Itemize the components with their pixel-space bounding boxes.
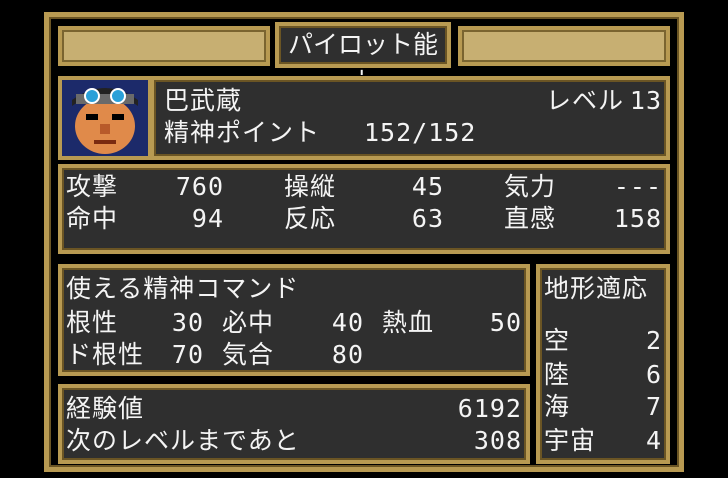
spirit-cmd-2-name: 必中 [222,308,275,337]
spirit-cmd-3-cost: 50 [489,308,522,337]
exp-label: 経験値 [66,394,145,423]
intuition-value: 158 [613,204,662,233]
terrain-land-label: 陸 [544,360,571,389]
intuition-label: 直感 [504,204,557,233]
sp-label: 精神ポイント [164,118,321,147]
title-bar-left [58,26,270,66]
attack-value: 760 [175,172,224,201]
exp-value: 6192 [457,394,522,423]
spirit-cmd-3-name: 熱血 [382,308,435,337]
terrain-space-value: 4 [645,426,662,455]
spirit-cmd-4-name: ド根性 [66,340,145,369]
pilot-portrait [58,76,152,160]
spirit-cmd-5-name: 気合 [222,340,275,369]
level-label: レベル [546,86,625,115]
will-value: --- [613,172,662,201]
pilot-face-icon [62,80,148,156]
title-bar-right [458,26,670,66]
level-value: 13 [629,86,662,115]
spirit-cmd-4-cost: 70 [171,340,204,369]
terrain-air-label: 空 [544,326,571,355]
terrain-land-value: 6 [645,360,662,389]
sp-value: 152/152 [364,118,477,147]
skill-label: 操縦 [284,172,337,201]
spirit-heading: 使える精神コマンド [66,274,300,303]
terrain-space-label: 宇宙 [544,426,597,455]
terrain-heading: 地形適応 [544,274,649,303]
pilot-name: 巴武蔵 [164,86,243,115]
reaction-value: 63 [411,204,444,233]
terrain-sea-value: 7 [645,392,662,421]
hit-label: 命中 [66,204,119,233]
skill-value: 45 [411,172,444,201]
next-level-label: 次のレベルまであと [66,426,300,455]
will-label: 気力 [504,172,557,201]
next-level-value: 308 [473,426,522,455]
attack-label: 攻撃 [66,172,119,201]
terrain-air-value: 2 [645,326,662,355]
reaction-label: 反応 [284,204,337,233]
terrain-sea-label: 海 [544,392,571,421]
spirit-cmd-5-cost: 80 [331,340,364,369]
screen-title: パイロット能力 [275,22,451,97]
spirit-cmd-2-cost: 40 [331,308,364,337]
spirit-cmd-1-cost: 30 [171,308,204,337]
hit-value: 94 [191,204,224,233]
spirit-cmd-1-name: 根性 [66,308,119,337]
